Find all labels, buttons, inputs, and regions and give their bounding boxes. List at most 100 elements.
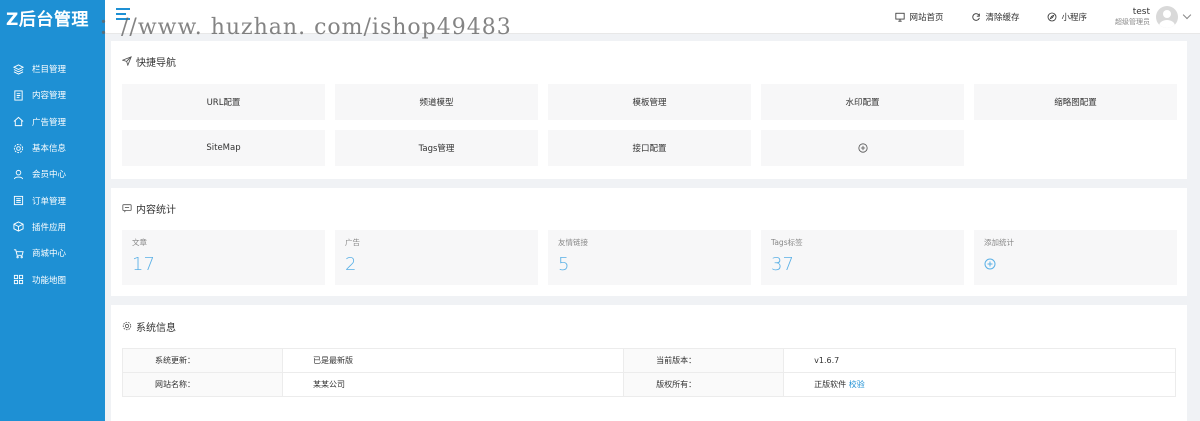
nav-watermark-button[interactable]: 水印配置 <box>761 84 964 120</box>
clear-cache-label: 清除缓存 <box>985 13 1020 23</box>
top-actions: 网站首页 清除缓存 小程序 test 超级管理员 <box>895 0 1200 34</box>
table-value: 某某公司 <box>281 372 625 397</box>
user-menu[interactable]: test 超级管理员 <box>1115 6 1192 28</box>
mini-program-link[interactable]: 小程序 <box>1047 11 1087 23</box>
plus-circle-icon <box>984 258 996 270</box>
table-value: v1.6.7 <box>783 348 1176 373</box>
quick-nav-card: 快捷导航 URL配置 频道模型 模板管理 水印配置 缩略图配置 SiteMap … <box>111 41 1187 179</box>
stat-links[interactable]: 友情链接 5 <box>548 230 751 285</box>
menu-toggle-icon[interactable] <box>116 8 130 22</box>
house-icon <box>13 116 24 127</box>
cart-icon <box>13 248 24 259</box>
quick-nav-title: 快捷导航 <box>122 54 1176 69</box>
site-home-link[interactable]: 网站首页 <box>895 11 943 23</box>
content-stats-card: 内容统计 文章 17 广告 2 友情链接 5 Tags标签 37 添加统计 <box>111 188 1187 296</box>
quick-nav-grid: URL配置 频道模型 模板管理 水印配置 缩略图配置 SiteMap Tags管… <box>122 84 1177 166</box>
sidebar-item-columns[interactable]: 栏目管理 <box>0 56 105 82</box>
sidebar-item-label: 基本信息 <box>32 144 67 155</box>
site-home-label: 网站首页 <box>909 13 944 23</box>
nav-url-config-button[interactable]: URL配置 <box>122 84 325 120</box>
system-title: 系统信息 <box>122 319 1176 334</box>
sidebar-item-label: 会员中心 <box>32 170 67 181</box>
stat-value: 37 <box>771 254 794 275</box>
clear-cache-link[interactable]: 清除缓存 <box>971 11 1019 23</box>
stat-value: 17 <box>132 254 155 275</box>
stat-label: 广告 <box>345 238 360 247</box>
sidebar-item-ads[interactable]: 广告管理 <box>0 109 105 135</box>
sidebar: Z后台管理 栏目管理 内容管理 广告管理 基本信息 会员中心 订单管理 插件应用 <box>0 0 105 421</box>
stats-title: 内容统计 <box>122 201 1176 216</box>
table-value-cell: 正版软件 校验 <box>783 372 1176 397</box>
sidebar-item-label: 插件应用 <box>32 222 67 233</box>
user-role: 超级管理员 <box>1115 18 1150 26</box>
stat-label: 友情链接 <box>558 238 588 247</box>
list-icon <box>13 195 24 206</box>
sidebar-item-basic-info[interactable]: 基本信息 <box>0 135 105 161</box>
cube-icon <box>13 221 24 233</box>
refresh-icon <box>972 13 981 21</box>
app-logo[interactable]: Z后台管理 <box>0 0 105 34</box>
sidebar-item-label: 功能地图 <box>32 275 67 286</box>
sidebar-item-content[interactable]: 内容管理 <box>0 82 105 108</box>
sidebar-item-label: 订单管理 <box>32 196 67 207</box>
layers-icon <box>13 64 24 75</box>
nav-api-config-button[interactable]: 接口配置 <box>548 130 751 166</box>
stat-ads[interactable]: 广告 2 <box>335 230 538 285</box>
nav-tags-button[interactable]: Tags管理 <box>335 130 538 166</box>
table-key: 系统更新： <box>122 348 283 373</box>
monitor-icon <box>895 12 906 22</box>
sidebar-item-label: 广告管理 <box>32 117 67 128</box>
sidebar-item-label: 商城中心 <box>32 249 67 260</box>
sidebar-item-plugins[interactable]: 插件应用 <box>0 214 105 240</box>
sidebar-item-function-map[interactable]: 功能地图 <box>0 266 105 292</box>
system-info-card: 系统信息 系统更新： 已是最新版 当前版本： v1.6.7 网站名称： 某某公司… <box>111 305 1187 421</box>
gear-icon <box>13 143 24 154</box>
table-key: 当前版本： <box>623 348 785 373</box>
stats-title-text: 内容统计 <box>136 204 176 216</box>
sidebar-item-shop[interactable]: 商城中心 <box>0 240 105 266</box>
sidebar-item-label: 栏目管理 <box>32 65 67 76</box>
verify-link[interactable]: 校验 <box>849 380 865 389</box>
sidebar-menu: 栏目管理 内容管理 广告管理 基本信息 会员中心 订单管理 插件应用 商城中心 <box>0 56 105 293</box>
send-icon <box>122 56 132 66</box>
nav-channel-model-button[interactable]: 频道模型 <box>335 84 538 120</box>
table-key: 网站名称： <box>122 372 283 397</box>
table-value: 已是最新版 <box>281 348 625 373</box>
table-key: 版权所有： <box>623 372 785 397</box>
nav-add-button[interactable] <box>761 130 964 166</box>
stat-label: 添加统计 <box>984 238 1014 247</box>
stat-label: Tags标签 <box>771 238 803 247</box>
stat-tags[interactable]: Tags标签 37 <box>761 230 964 285</box>
stat-label: 文章 <box>132 238 147 247</box>
stat-value: 5 <box>558 254 570 275</box>
plus-circle-icon <box>857 143 868 153</box>
avatar[interactable] <box>1156 6 1178 28</box>
nav-template-button[interactable]: 模板管理 <box>548 84 751 120</box>
nav-thumbnail-button[interactable]: 缩略图配置 <box>974 84 1177 120</box>
chat-icon <box>122 204 132 213</box>
stat-value: 2 <box>345 254 357 275</box>
user-icon <box>13 169 24 180</box>
sidebar-item-members[interactable]: 会员中心 <box>0 161 105 187</box>
gear-icon <box>122 321 132 331</box>
system-info-table: 系统更新： 已是最新版 当前版本： v1.6.7 网站名称： 某某公司 版权所有… <box>122 348 1176 397</box>
quick-nav-title-text: 快捷导航 <box>136 57 176 69</box>
sidebar-item-label: 内容管理 <box>32 91 67 102</box>
document-icon <box>13 90 24 101</box>
nav-sitemap-button[interactable]: SiteMap <box>122 130 325 166</box>
table-row: 网站名称： 某某公司 版权所有： 正版软件 校验 <box>122 372 1176 397</box>
mini-program-label: 小程序 <box>1061 13 1087 23</box>
grid-icon <box>13 274 24 285</box>
copyright-value: 正版软件 <box>814 380 847 389</box>
table-row: 系统更新： 已是最新版 当前版本： v1.6.7 <box>122 348 1176 373</box>
stats-grid: 文章 17 广告 2 友情链接 5 Tags标签 37 添加统计 <box>122 230 1177 285</box>
system-title-text: 系统信息 <box>136 322 176 334</box>
sidebar-item-orders[interactable]: 订单管理 <box>0 187 105 213</box>
add-stat-button[interactable]: 添加统计 <box>974 230 1177 285</box>
top-bar: 网站首页 清除缓存 小程序 test 超级管理员 <box>105 0 1200 34</box>
user-text: test 超级管理员 <box>1115 7 1150 27</box>
chevron-down-icon <box>1182 10 1192 20</box>
user-name: test <box>1132 7 1150 17</box>
stat-articles[interactable]: 文章 17 <box>122 230 325 285</box>
compass-icon <box>1048 12 1057 22</box>
